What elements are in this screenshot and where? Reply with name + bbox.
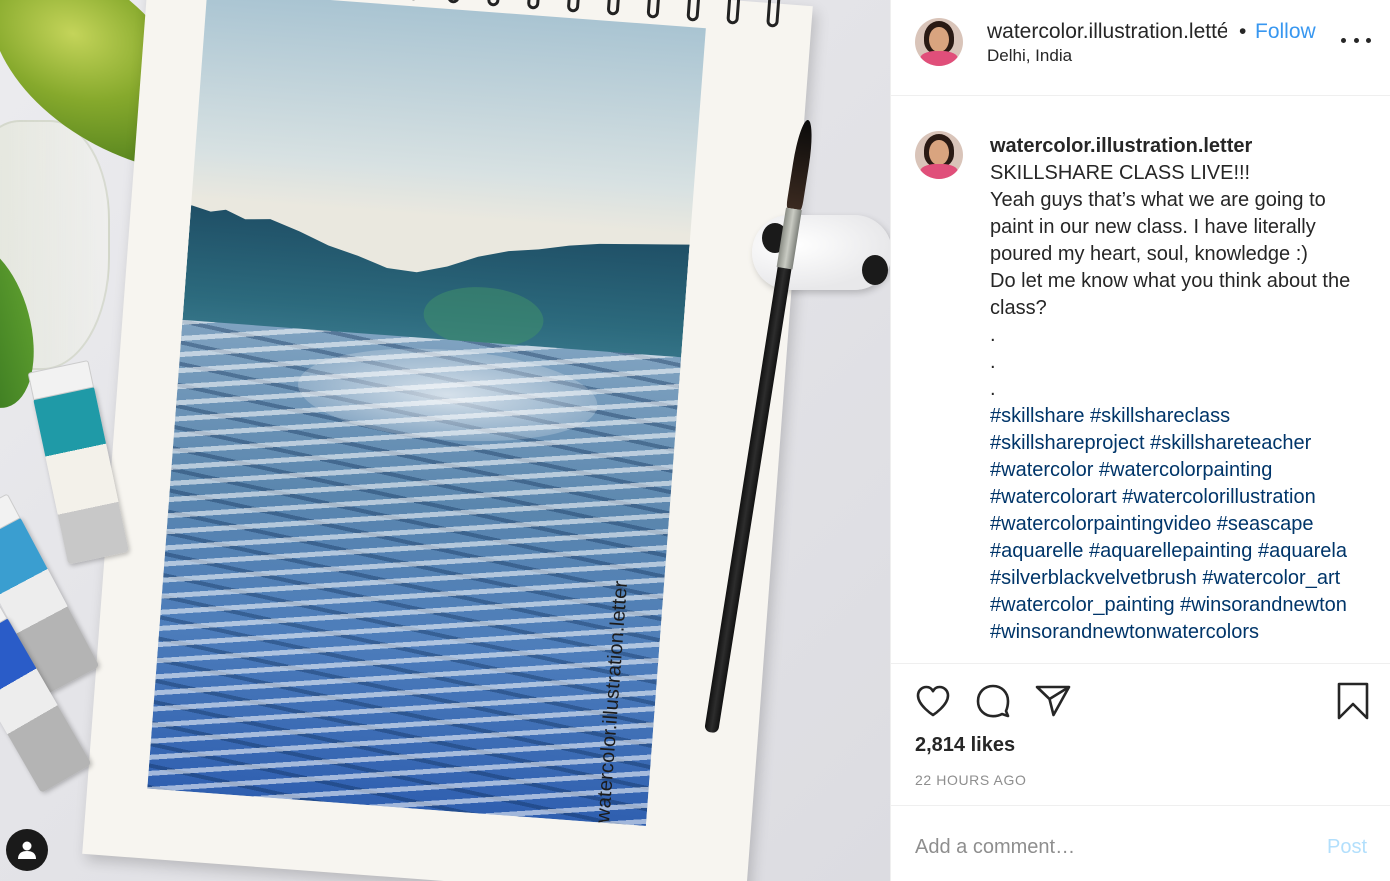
comment-icon[interactable] [975, 683, 1011, 724]
sketchbook: watercolor.illustration.letter [82, 0, 813, 881]
avatar[interactable] [915, 131, 963, 179]
user-silhouette-icon[interactable] [6, 829, 48, 871]
spiral-ring [407, 0, 422, 1]
comment-form: Post [891, 805, 1390, 881]
panda-brush-rest [752, 215, 890, 290]
separator-dot: • [1239, 20, 1247, 43]
caption-line: SKILLSHARE CLASS LIVE!!! [990, 162, 1251, 184]
post-sidebar: watercolor.illustration.letté • Follow D… [890, 0, 1390, 881]
share-icon[interactable] [1035, 684, 1071, 723]
follow-button[interactable]: Follow [1255, 20, 1316, 44]
caption-line: Yeah guys that’s what we are going to pa… [990, 189, 1326, 265]
spiral-ring [606, 0, 622, 16]
post-header: watercolor.illustration.letté • Follow D… [891, 0, 1390, 96]
spiral-ring [766, 0, 781, 28]
avatar[interactable] [915, 18, 963, 66]
caption-line: Do let me know what you think about the … [990, 270, 1351, 319]
location-link[interactable]: Delhi, India [987, 46, 1072, 66]
more-horizontal-icon[interactable] [1341, 28, 1371, 52]
spiral-ring [526, 0, 542, 10]
caption-text: watercolor.illustration.letter SKILLSHAR… [990, 133, 1370, 646]
heart-icon[interactable] [915, 684, 951, 723]
post-actions: 2,814 likes 22 HOURS AGO [891, 663, 1390, 805]
spiral-ring [726, 0, 741, 25]
spiral-ring [686, 0, 701, 22]
post-photo[interactable]: watercolor.illustration.letter [0, 0, 890, 881]
caption-line: . [990, 378, 996, 400]
spiral-ring [447, 0, 462, 4]
caption-line: . [990, 324, 996, 346]
comment-input[interactable] [915, 832, 1305, 862]
caption-section: watercolor.illustration.letter SKILLSHAR… [891, 97, 1390, 663]
bookmark-icon[interactable] [1337, 682, 1369, 725]
header-username[interactable]: watercolor.illustration.letté [987, 20, 1227, 44]
post-comment-button[interactable]: Post [1327, 836, 1367, 859]
caption-line: . [990, 351, 996, 373]
spiral-ring [486, 0, 502, 7]
post-timestamp[interactable]: 22 HOURS AGO [915, 772, 1026, 788]
spiral-ring [646, 0, 661, 19]
hashtags[interactable]: #skillshare #skillshareclass #skillshare… [990, 403, 1370, 646]
spiral-ring [566, 0, 582, 13]
caption-username[interactable]: watercolor.illustration.letter [990, 133, 1370, 160]
likes-count[interactable]: 2,814 likes [915, 734, 1015, 757]
